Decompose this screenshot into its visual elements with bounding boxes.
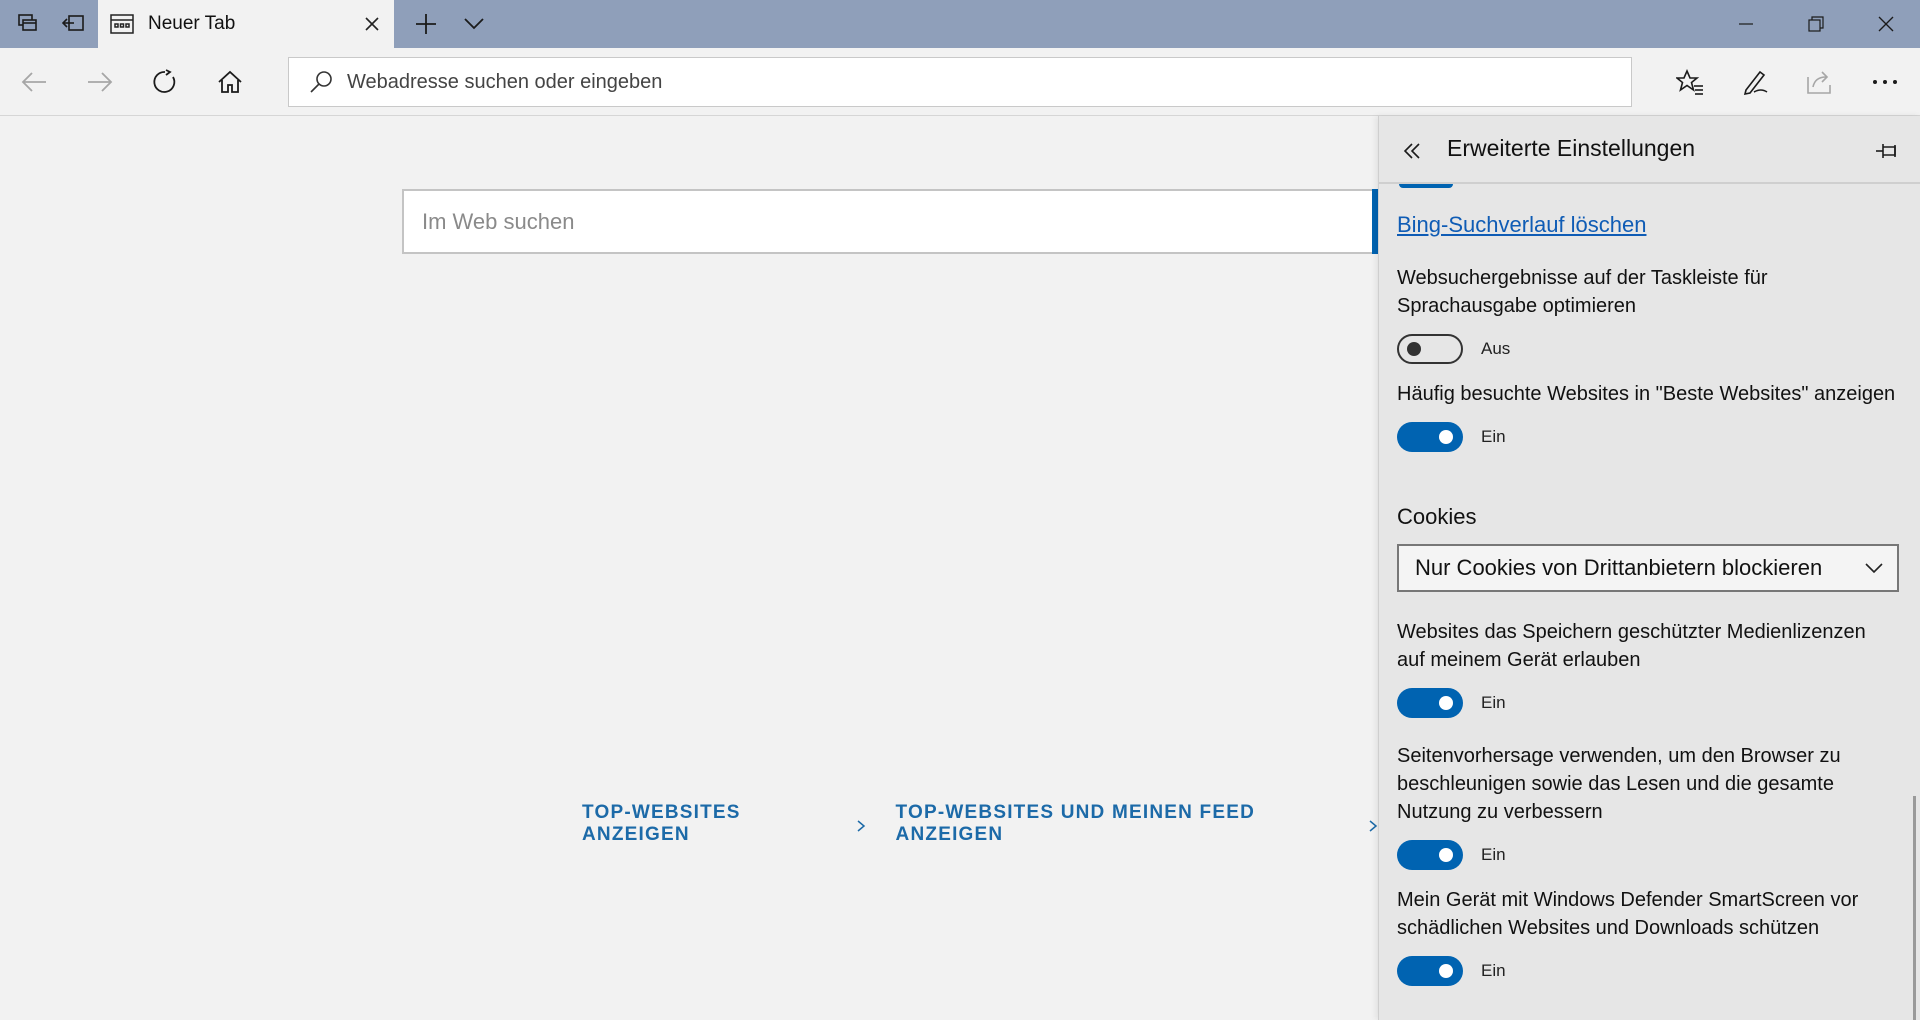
toggle-state: Ein [1481,845,1506,864]
smartscreen-toggle[interactable] [1397,956,1463,986]
setting-top-sites: Häufig besuchte Websites in "Beste Websi… [1397,380,1897,452]
back-double-chevron-icon[interactable] [1397,136,1427,166]
tab-close-icon[interactable] [360,12,384,36]
active-tab[interactable]: Neuer Tab [98,0,394,48]
back-icon[interactable] [12,60,56,104]
setting-label: Websites das Speichern geschützter Medie… [1397,621,1866,671]
home-icon[interactable] [208,60,252,104]
address-bar[interactable] [288,57,1632,107]
media-licenses-toggle[interactable] [1397,688,1463,718]
toggle-state: Ein [1481,961,1506,980]
top-sites-toggle[interactable] [1397,422,1463,452]
new-tab-page: TOP-WEBSITES ANZEIGEN TOP-WEBSITES UND M… [0,116,1378,1020]
setting-media-licenses: Websites das Speichern geschützter Medie… [1397,618,1897,718]
feed-links: TOP-WEBSITES ANZEIGEN TOP-WEBSITES UND M… [582,802,1378,846]
web-search-box[interactable] [402,189,1378,254]
setting-label: Websuchergebnisse auf der Taskleiste für… [1397,267,1768,317]
minimize-icon[interactable] [1712,0,1780,48]
new-tab-plus-icon[interactable] [404,0,448,48]
clear-bing-history-link[interactable]: Bing-Suchverlauf löschen [1397,212,1897,238]
cookies-section: Cookies Nur Cookies von Drittanbietern b… [1397,504,1899,592]
pin-icon[interactable] [1873,136,1903,166]
page-prediction-toggle[interactable] [1397,840,1463,870]
toggle-state: Aus [1481,339,1511,358]
setting-label: Seitenvorhersage verwenden, um den Brows… [1397,745,1841,823]
chevron-down-icon [1865,563,1883,574]
toggle-state: Ein [1481,693,1506,712]
forward-icon[interactable] [78,60,122,104]
setting-page-prediction: Seitenvorhersage verwenden, um den Brows… [1397,742,1897,870]
navigation-bar [0,48,1920,116]
setting-taskbar-search: Websuchergebnisse auf der Taskleiste für… [1397,264,1897,364]
search-icon [309,70,333,94]
show-top-sites-link[interactable]: TOP-WEBSITES ANZEIGEN [582,802,866,846]
newtab-page-icon [110,14,134,34]
refresh-icon[interactable] [143,60,187,104]
cookies-selected-value: Nur Cookies von Drittanbietern blockiere… [1415,555,1823,580]
address-input[interactable] [347,70,1547,94]
toggle-state: Ein [1481,427,1506,446]
panel-header: Erweiterte Einstellungen [1379,116,1920,184]
maximize-icon[interactable] [1782,0,1850,48]
more-icon[interactable] [1863,60,1907,104]
taskbar-search-toggle[interactable] [1397,334,1463,364]
close-icon[interactable] [1852,0,1920,48]
cookies-title: Cookies [1397,504,1477,529]
panel-scrollbar[interactable] [1913,796,1916,1020]
panel-scroll-area: Bing-Suchverlauf löschen Websuchergebnis… [1379,186,1920,1020]
setting-smartscreen: Mein Gerät mit Windows Defender SmartScr… [1397,886,1897,986]
share-icon[interactable] [1798,60,1842,104]
chevron-right-icon [856,817,866,832]
pen-notes-icon[interactable] [1733,60,1777,104]
web-search-input[interactable] [422,208,1322,235]
chevron-right-icon [1368,817,1378,832]
show-top-sites-and-feed-label: TOP-WEBSITES UND MEINEN FEED ANZEIGEN [895,802,1255,845]
advanced-settings-panel: Erweiterte Einstellungen Bing-Suchverlau… [1378,116,1920,1020]
panel-title: Erweiterte Einstellungen [1447,135,1696,161]
bing-link-label: Bing-Suchverlauf löschen [1397,212,1647,237]
show-top-sites-and-feed-link[interactable]: TOP-WEBSITES UND MEINEN FEED ANZEIGEN [896,802,1378,846]
cookies-dropdown[interactable]: Nur Cookies von Drittanbietern blockiere… [1397,544,1899,592]
tab-preview-chevron-icon[interactable] [452,0,496,48]
tab-sets-icon[interactable] [8,0,48,48]
setting-label: Häufig besuchte Websites in "Beste Websi… [1397,383,1896,405]
restore-tabs-icon[interactable] [54,0,94,48]
setting-label: Mein Gerät mit Windows Defender SmartScr… [1397,889,1859,939]
title-bar: Neuer Tab [0,0,1920,48]
show-top-sites-label: TOP-WEBSITES ANZEIGEN [582,802,741,845]
tab-title: Neuer Tab [148,13,236,34]
favorites-star-icon[interactable] [1668,60,1712,104]
